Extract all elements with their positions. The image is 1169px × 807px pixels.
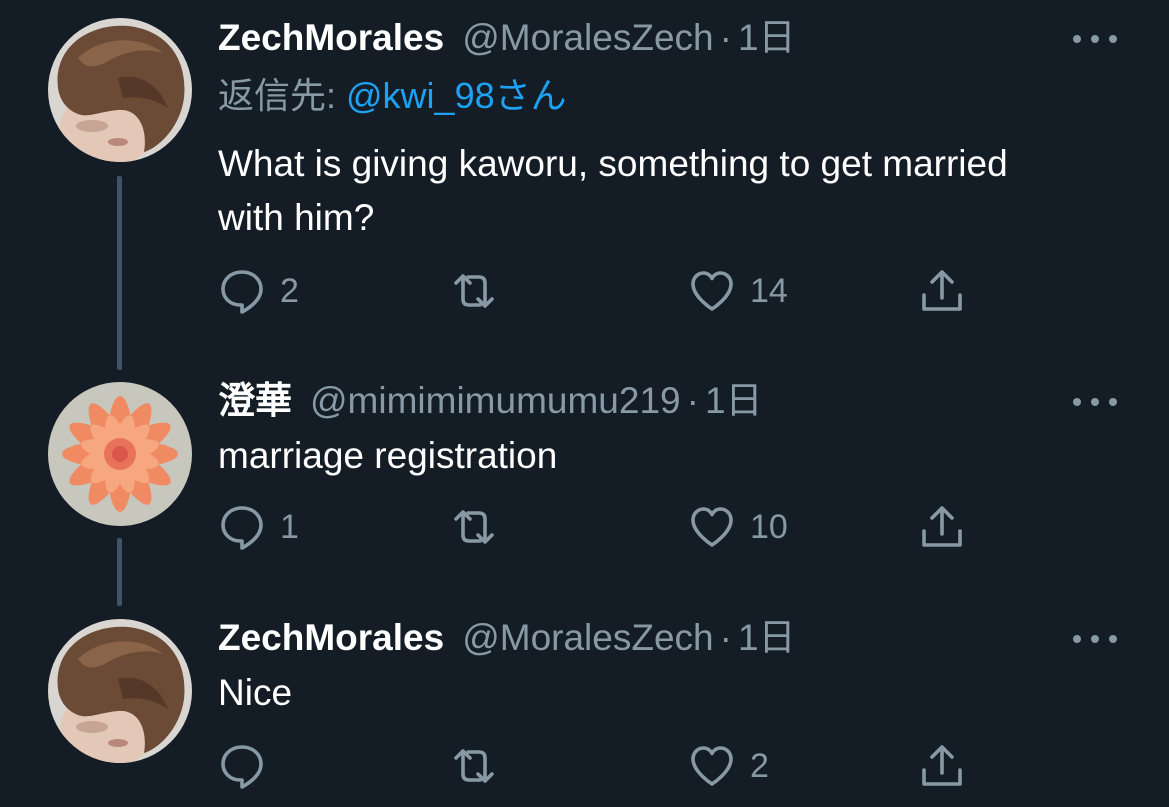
separator: · [719, 17, 732, 58]
reply-button[interactable]: 1 [218, 502, 299, 552]
share-button[interactable] [918, 741, 966, 791]
more-icon[interactable] [1073, 392, 1117, 412]
tweet[interactable]: 澄華 @mimimimumumu219 · 1日 marriage regist… [0, 375, 1169, 612]
display-name[interactable]: 澄華 [218, 379, 292, 423]
tweet-actions: 2 [218, 741, 978, 791]
share-icon [918, 742, 966, 790]
like-button[interactable]: 2 [688, 741, 769, 791]
display-name[interactable]: ZechMorales [218, 16, 444, 60]
reply-button[interactable] [218, 741, 280, 791]
tweet-text: marriage registration [218, 435, 558, 476]
tweet[interactable]: ZechMorales @MoralesZech · 1日 返信先: @kwi_… [0, 0, 1169, 375]
reply-count: 1 [280, 507, 299, 546]
person-brown-hair-avatar-icon [48, 18, 192, 162]
person-brown-hair-avatar-icon [48, 619, 192, 763]
reply-icon [218, 267, 266, 315]
reply-count: 2 [280, 271, 299, 310]
reply-icon [218, 742, 266, 790]
tweet-header: ZechMorales @MoralesZech · 1日 [218, 616, 796, 660]
tweet-text: What is giving kaworu, something to get … [218, 143, 1008, 238]
like-count: 10 [750, 507, 788, 546]
reply-icon [218, 503, 266, 551]
like-button[interactable]: 10 [688, 502, 788, 552]
tweet[interactable]: ZechMorales @MoralesZech · 1日 Nice 2 [0, 612, 1169, 807]
heart-icon [688, 503, 736, 551]
tweet-actions: 1 10 [218, 502, 978, 552]
reply-to-mention-link[interactable]: @kwi_98さん [346, 75, 567, 116]
more-icon[interactable] [1073, 629, 1117, 649]
more-icon[interactable] [1073, 29, 1117, 49]
reply-button[interactable]: 2 [218, 266, 299, 316]
like-count: 2 [750, 746, 769, 785]
separator: · [686, 380, 699, 421]
avatar[interactable] [48, 18, 192, 162]
like-button[interactable]: 14 [688, 266, 788, 316]
separator: · [719, 617, 732, 658]
tweet-text: Nice [218, 672, 293, 713]
tweet-header: 澄華 @mimimimumumu219 · 1日 [218, 379, 763, 423]
share-button[interactable] [918, 502, 966, 552]
user-handle[interactable]: @mimimimumumu219 [310, 379, 681, 423]
retweet-icon [450, 742, 498, 790]
heart-icon [688, 267, 736, 315]
avatar[interactable] [48, 382, 192, 526]
tweet-actions: 2 14 [218, 266, 978, 316]
timestamp[interactable]: 1日 [705, 379, 763, 423]
user-handle[interactable]: @MoralesZech [462, 16, 713, 60]
timestamp[interactable]: 1日 [738, 616, 796, 660]
share-icon [918, 503, 966, 551]
retweet-button[interactable] [450, 266, 512, 316]
reply-to-label: 返信先: [218, 75, 347, 116]
timestamp[interactable]: 1日 [738, 16, 796, 60]
display-name[interactable]: ZechMorales [218, 616, 444, 660]
orange-dahlia-avatar-icon [48, 382, 192, 526]
share-button[interactable] [918, 266, 966, 316]
retweet-button[interactable] [450, 502, 512, 552]
retweet-button[interactable] [450, 741, 512, 791]
avatar[interactable] [48, 619, 192, 763]
reply-to-line: 返信先: @kwi_98さん [218, 74, 567, 118]
share-icon [918, 267, 966, 315]
like-count: 14 [750, 271, 788, 310]
heart-icon [688, 742, 736, 790]
user-handle[interactable]: @MoralesZech [462, 616, 713, 660]
thread-line [117, 538, 122, 606]
tweet-header: ZechMorales @MoralesZech · 1日 [218, 16, 796, 60]
retweet-icon [450, 503, 498, 551]
tweet-thread: ZechMorales @MoralesZech · 1日 返信先: @kwi_… [0, 0, 1169, 807]
retweet-icon [450, 267, 498, 315]
thread-line [117, 176, 122, 370]
